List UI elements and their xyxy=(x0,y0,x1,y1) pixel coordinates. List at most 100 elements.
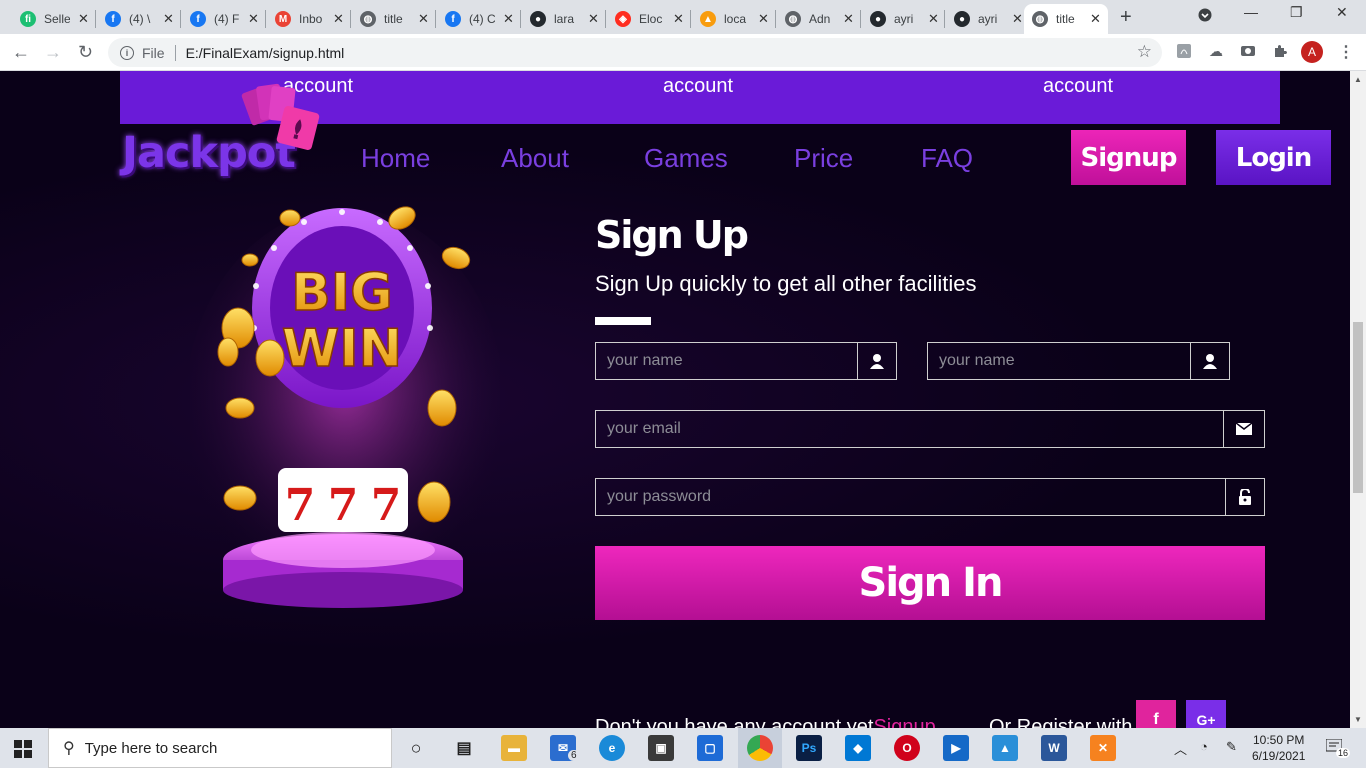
system-clock[interactable]: 10:50 PM 6/19/2021 xyxy=(1252,732,1305,764)
email-field[interactable] xyxy=(595,410,1224,448)
last-name-input[interactable] xyxy=(928,343,1190,379)
reload-icon[interactable]: ↻ xyxy=(78,42,93,63)
pen-icon[interactable]: ✎ xyxy=(1226,739,1237,755)
windows-start-icon[interactable] xyxy=(14,740,32,758)
cortana-icon[interactable]: ○ xyxy=(403,735,429,761)
tab-close-icon[interactable]: ✕ xyxy=(1012,11,1023,27)
account-label: account xyxy=(1043,75,1114,97)
globe-icon: ◍ xyxy=(360,11,376,27)
new-tab-button[interactable]: + xyxy=(1120,6,1132,29)
extension-cloud-icon[interactable]: ☁ xyxy=(1207,43,1225,61)
globe-icon: ◍ xyxy=(785,11,801,27)
restore-icon[interactable]: ❐ xyxy=(1290,4,1303,21)
signup-button[interactable]: Signup xyxy=(1071,130,1186,185)
extensions-puzzle-icon[interactable] xyxy=(1271,43,1289,61)
login-button[interactable]: Login xyxy=(1216,130,1331,185)
vscode-icon[interactable]: ◆ xyxy=(845,735,871,761)
tab-close-icon[interactable]: ✕ xyxy=(1090,11,1101,27)
media-player-icon[interactable]: ▶ xyxy=(943,735,969,761)
browser-tab[interactable]: f (4) F ✕ xyxy=(182,4,262,34)
browser-tab[interactable]: ● ayri ✕ xyxy=(862,4,942,34)
nav-price[interactable]: Price xyxy=(794,143,853,174)
tab-separator xyxy=(435,10,436,28)
browser-tab[interactable]: ● lara ✕ xyxy=(522,4,602,34)
tab-close-icon[interactable]: ✕ xyxy=(588,11,599,27)
tab-close-icon[interactable]: ✕ xyxy=(333,11,344,27)
unlock-icon xyxy=(1225,478,1265,516)
screenshot-extension-icon[interactable] xyxy=(1239,43,1257,61)
file-explorer-icon[interactable]: ▬ xyxy=(501,735,527,761)
photoshop-icon[interactable]: Ps xyxy=(796,735,822,761)
browser-tab[interactable]: fi Selle ✕ xyxy=(12,4,92,34)
password-input[interactable] xyxy=(596,479,1225,515)
back-icon[interactable]: ← xyxy=(12,42,30,63)
tab-close-icon[interactable]: ✕ xyxy=(503,11,514,27)
browser-menu-icon[interactable]: ⋮ xyxy=(1338,42,1354,62)
scrollbar-thumb[interactable] xyxy=(1353,322,1363,493)
tab-title: title xyxy=(384,12,403,26)
tab-close-icon[interactable]: ✕ xyxy=(673,11,684,27)
first-name-input[interactable] xyxy=(596,343,857,379)
tray-chevron-icon[interactable]: ︿ xyxy=(1174,739,1187,758)
tab-close-icon[interactable]: ✕ xyxy=(418,11,429,27)
page-scrollbar[interactable]: ▲ ▼ xyxy=(1350,71,1366,728)
minimize-icon[interactable]: — xyxy=(1244,4,1258,20)
tab-close-icon[interactable]: ✕ xyxy=(163,11,174,27)
pdf-extension-icon[interactable] xyxy=(1175,43,1193,61)
browser-tab[interactable]: ▲ loca ✕ xyxy=(692,4,772,34)
browser-tab-strip: + — ❐ ✕ fi Selle ✕ f (4) \ ✕ f (4) F ✕ M Inbo ✕ ◍ tit… xyxy=(0,0,1366,34)
browser-toolbar: ← → ↻ i File E:/FinalExam/signup.html ☆ … xyxy=(0,34,1366,71)
tab-close-icon[interactable]: ✕ xyxy=(248,11,259,27)
last-name-field[interactable] xyxy=(927,342,1191,380)
browser-tab[interactable]: ◍ title ✕ xyxy=(352,4,432,34)
edge-icon[interactable]: e xyxy=(599,735,625,761)
word-icon[interactable]: W xyxy=(1041,735,1067,761)
browser-tab[interactable]: M Inbo ✕ xyxy=(267,4,347,34)
nav-games[interactable]: Games xyxy=(644,143,728,174)
close-window-icon[interactable]: ✕ xyxy=(1336,4,1348,21)
tab-close-icon[interactable]: ✕ xyxy=(78,11,89,27)
tab-close-icon[interactable]: ✕ xyxy=(928,11,939,27)
profile-avatar[interactable]: A xyxy=(1301,41,1323,63)
tab-close-icon[interactable]: ✕ xyxy=(843,11,854,27)
footer-signup-link[interactable]: Signup xyxy=(873,716,935,728)
notification-count: 16 xyxy=(1336,748,1351,758)
task-view-icon[interactable]: ▤ xyxy=(451,735,477,761)
nav-about[interactable]: About xyxy=(501,143,569,174)
tab-close-icon[interactable]: ✕ xyxy=(758,11,769,27)
forward-icon[interactable]: → xyxy=(44,42,62,63)
wifi-icon[interactable]: ◔ xyxy=(1200,739,1208,754)
app-icon[interactable]: ▢ xyxy=(697,735,723,761)
bookmark-star-icon[interactable]: ☆ xyxy=(1137,42,1152,62)
address-bar[interactable]: i File E:/FinalExam/signup.html ☆ xyxy=(108,38,1162,67)
scroll-down-icon[interactable]: ▼ xyxy=(1354,715,1362,724)
photos-icon[interactable]: ▲ xyxy=(992,735,1018,761)
nav-home[interactable]: Home xyxy=(361,143,430,174)
facebook-icon: f xyxy=(445,11,461,27)
nav-faq[interactable]: FAQ xyxy=(921,143,973,174)
google-plus-icon[interactable]: G+ xyxy=(1186,700,1226,728)
browser-tab[interactable]: f (4) C ✕ xyxy=(437,4,517,34)
tab-title: lara xyxy=(554,12,575,26)
browser-tab[interactable]: ◈ Eloc ✕ xyxy=(607,4,687,34)
browser-tab[interactable]: ◍ Adn ✕ xyxy=(777,4,857,34)
sign-in-button[interactable]: Sign In xyxy=(595,546,1265,620)
browser-tab[interactable]: ● ayri ✕ xyxy=(946,4,1026,34)
first-name-field[interactable] xyxy=(595,342,858,380)
fiverr-icon: fi xyxy=(20,11,36,27)
opera-icon[interactable]: O xyxy=(894,735,920,761)
taskbar-search[interactable]: ⚲ Type here to search xyxy=(48,728,392,768)
email-input[interactable] xyxy=(596,411,1223,447)
url-text[interactable]: E:/FinalExam/signup.html xyxy=(186,45,345,61)
search-icon: ⚲ xyxy=(63,740,75,757)
xampp-icon[interactable]: ✕ xyxy=(1090,735,1116,761)
tab-search-icon[interactable] xyxy=(1198,8,1212,25)
facebook-icon[interactable]: f xyxy=(1136,700,1176,728)
store-icon[interactable]: ▣ xyxy=(648,735,674,761)
password-field[interactable] xyxy=(595,478,1226,516)
chrome-icon[interactable] xyxy=(747,735,773,761)
site-info-icon[interactable]: i xyxy=(120,45,134,60)
browser-tab[interactable]: f (4) \ ✕ xyxy=(97,4,177,34)
scroll-up-icon[interactable]: ▲ xyxy=(1354,75,1362,84)
browser-tab[interactable]: ◍ title ✕ xyxy=(1024,4,1108,34)
